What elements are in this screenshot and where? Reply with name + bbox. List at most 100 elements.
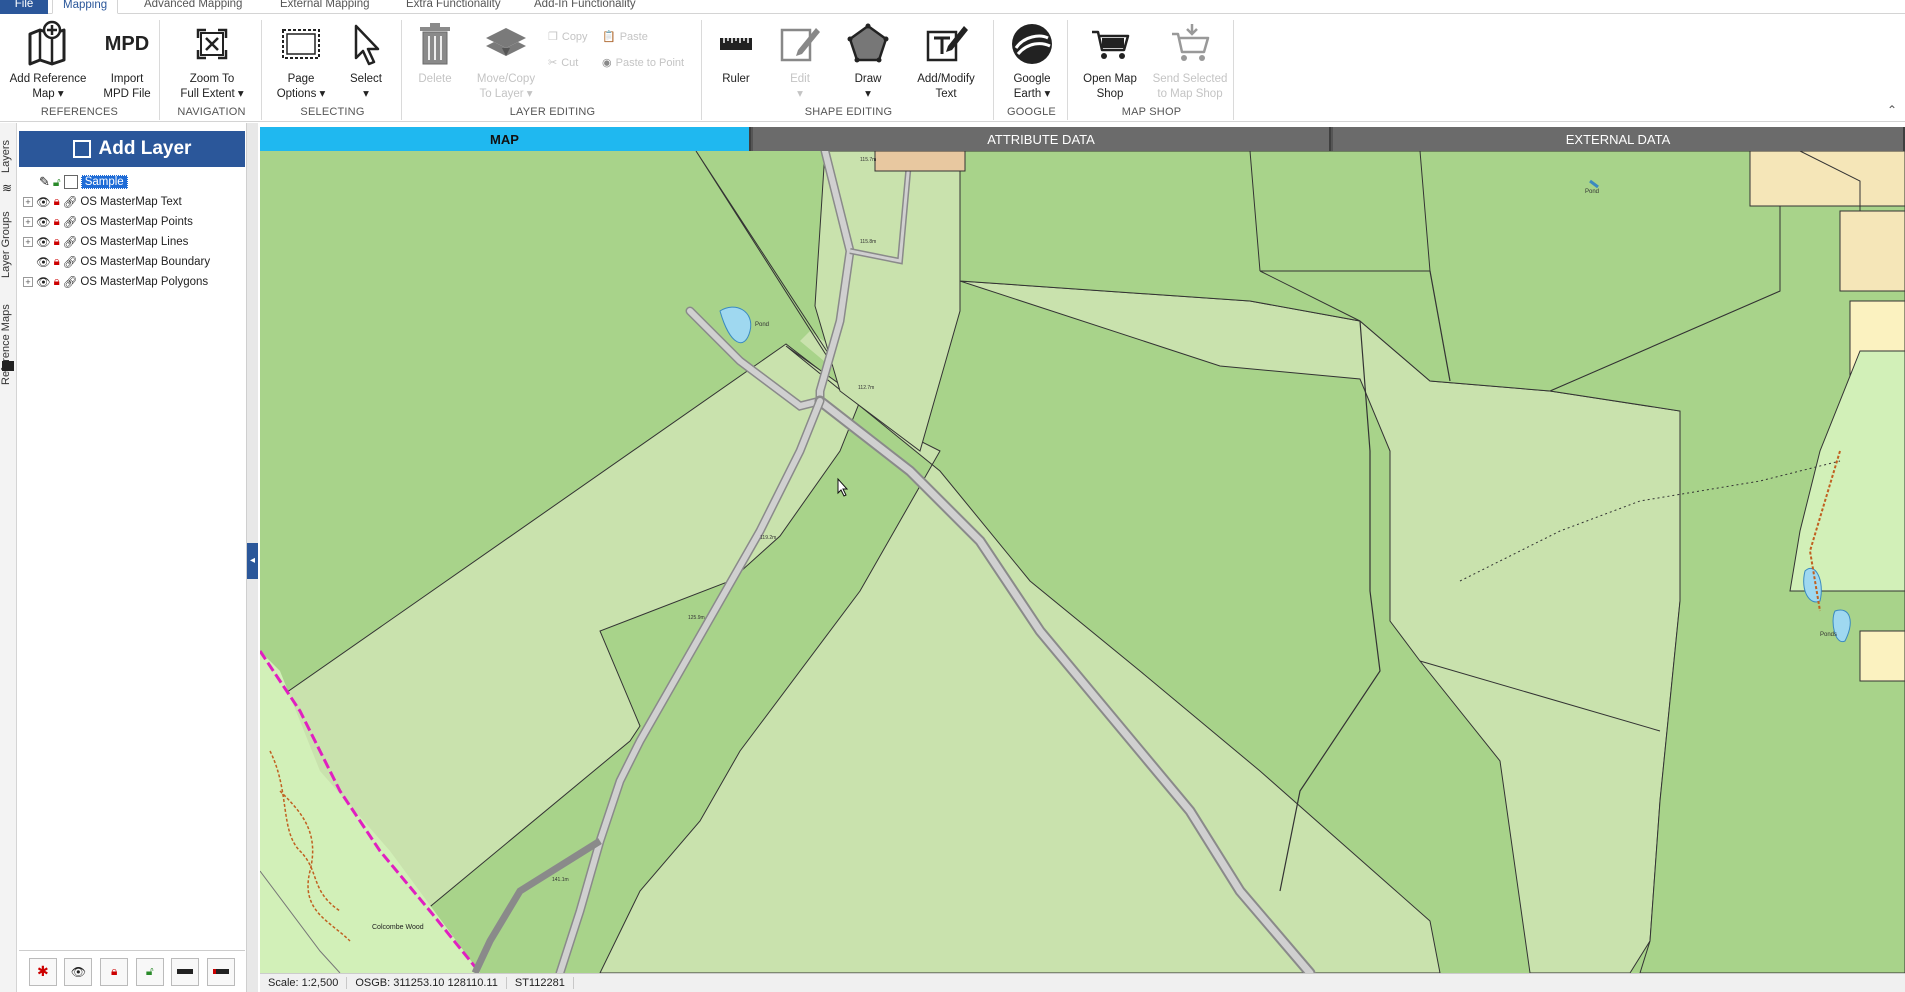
group-label-shape-editing: SHAPE EDITING [804,106,893,118]
map-canvas[interactable]: Pond Pond Ponds Colcombe Wood 115.7m 115… [260,151,1905,973]
expand-icon[interactable]: + [23,217,33,227]
draw-button[interactable]: Draw ▾ [840,20,896,102]
open-map-shop-label-1: Open Map [1083,73,1137,85]
unlocked-icon[interactable]: 🔓︎ [53,175,61,190]
status-grid-ref: ST112281 [507,977,574,989]
google-earth-button[interactable]: Google Earth ▾ [1000,20,1064,102]
draw-label: Draw [854,73,882,85]
toggle-visibility-button[interactable]: 👁︎ [64,957,93,986]
tab-file[interactable]: File [0,0,48,14]
import-mpd-button[interactable]: MPD Import MPD File [96,20,158,102]
add-reference-map-label-1: Add Reference [9,73,87,85]
tab-external-mapping[interactable]: External Mapping [270,0,380,14]
eye-icon[interactable]: 👁︎ [36,235,51,249]
lock-icon[interactable]: 🔒︎ [54,236,60,249]
link-icon[interactable]: 🔗︎ [63,255,78,269]
delete-button[interactable]: Delete [410,20,460,87]
layer-row[interactable]: 👁︎ 🔒︎ 🔗︎ OS MasterMap Boundary [23,253,210,271]
ribbon: Add Reference Map ▾ MPD Import MPD File … [0,14,1905,122]
group-shape-editing: Ruler Edit ▾ Draw ▾ Add/Modify Text SHAP… [704,20,994,120]
paste-to-point-button[interactable]: ◉ Paste to Point [602,56,684,70]
send-selected-label-1: Send Selected [1152,73,1228,85]
send-selected-to-map-shop-button[interactable]: Send Selected to Map Shop [1148,20,1232,102]
mpd-icon: MPD [104,33,150,55]
expand-icon[interactable]: + [23,277,33,287]
lock-icon[interactable]: 🔒︎ [54,256,60,269]
zoom-full-label-1: Zoom To [189,73,235,85]
edit-label: Edit [790,73,810,85]
tab-external-data[interactable]: EXTERNAL DATA [1333,127,1905,151]
label-spot-6: 141.1m [552,877,569,883]
label-spot-5: 125.9m [688,615,705,621]
panel-splitter[interactable]: ◂ [247,123,258,992]
expand-icon[interactable]: + [23,237,33,247]
page-options-button[interactable]: Page Options ▾ [270,20,332,102]
link-icon[interactable]: 🔗︎ [63,275,78,289]
link-icon[interactable]: 🔗︎ [63,235,78,249]
select-dropdown-arrow: ▾ [363,88,369,100]
select-button[interactable]: Select ▾ [336,20,396,102]
add-reference-map-button[interactable]: Add Reference Map ▾ [6,20,90,102]
add-layer-button[interactable]: Add Layer [19,131,245,167]
layer-color-swatch[interactable] [63,175,78,189]
layer-name-sample[interactable]: Sample [80,175,128,189]
unlock-all-button[interactable]: 🔓︎ [135,957,164,986]
add-modify-text-label-1: Add/Modify [917,73,975,85]
edit-button[interactable]: Edit ▾ [772,20,828,102]
zoom-full-extent-button[interactable]: Zoom To Full Extent ▾ [170,20,254,102]
open-map-shop-button[interactable]: Open Map Shop [1074,20,1146,102]
link-icon[interactable]: 🔗︎ [63,195,78,209]
paste-icon: 📋 [602,31,616,43]
eye-icon[interactable]: 👁︎ [36,215,51,229]
tab-advanced-mapping[interactable]: Advanced Mapping [134,0,252,14]
cart-add-icon [1172,24,1210,61]
lock-icon[interactable]: 🔒︎ [54,216,60,229]
tab-mapping[interactable]: Mapping [52,0,119,14]
delete-layer-button[interactable]: ✱ [28,957,57,986]
layer-tool-button[interactable] [207,957,236,986]
layer-row[interactable]: + 👁︎ 🔒︎ 🔗︎ OS MasterMap Points [23,213,193,231]
link-icon[interactable]: 🔗︎ [63,215,78,229]
pencil-icon[interactable]: ✎ [39,174,50,190]
ruler-button[interactable]: Ruler [708,20,764,87]
layer-row-sample[interactable]: ✎ 🔓︎ Sample [39,173,128,191]
tab-add-in-functionality[interactable]: Add-In Functionality [524,0,646,14]
page-options-icon [282,29,320,59]
google-earth-label-2: Earth ▾ [1013,88,1051,100]
send-selected-label-2: to Map Shop [1157,88,1223,100]
map-svg[interactable]: Pond Pond Ponds Colcombe Wood 115.7m 115… [260,151,1905,973]
move-copy-to-layer-button[interactable]: Move/Copy To Layer ▾ [464,20,548,102]
copy-button[interactable]: ❐ Copy [548,30,588,44]
lock-all-button[interactable]: 🔒︎ [100,957,129,986]
tab-attribute-data[interactable]: ATTRIBUTE DATA [753,127,1331,151]
layer-name: OS MasterMap Lines [80,236,189,248]
expand-icon[interactable]: + [23,197,33,207]
lock-icon[interactable]: 🔒︎ [54,196,60,209]
layer-row[interactable]: + 👁︎ 🔒︎ 🔗︎ OS MasterMap Text [23,193,182,211]
side-tab-layer-groups[interactable]: Layer Groups [0,199,17,291]
layer-name: OS MasterMap Polygons [80,276,209,288]
cut-button[interactable]: ✂ Cut [548,56,578,70]
layer-tool-button[interactable] [171,957,200,986]
tab-extra-functionality[interactable]: Extra Functionality [396,0,511,14]
layer-row[interactable]: + 👁︎ 🔒︎ 🔗︎ OS MasterMap Polygons [23,273,208,291]
layer-row[interactable]: + 👁︎ 🔒︎ 🔗︎ OS MasterMap Lines [23,233,188,251]
edit-dropdown-arrow: ▾ [797,88,803,100]
lock-icon[interactable]: 🔒︎ [54,276,60,289]
layers-stack-icon [486,28,526,56]
pentagon-icon [847,23,889,63]
collapse-ribbon-icon[interactable]: ⌃ [1887,103,1897,117]
add-modify-text-button[interactable]: Add/Modify Text [904,20,988,102]
eye-icon[interactable]: 👁︎ [36,275,51,289]
ruler-icon [720,38,752,50]
side-tab-layers[interactable]: Layers [0,131,17,181]
paste-button[interactable]: 📋 Paste [602,30,648,44]
tab-map[interactable]: MAP [260,127,751,151]
eye-icon[interactable]: 👁︎ [36,255,51,269]
eye-icon[interactable]: 👁︎ [36,195,51,209]
paste-label: Paste [619,30,648,43]
layer-name: OS MasterMap Text [80,196,182,208]
collapse-panel-icon[interactable]: ◂ [247,543,258,579]
bar-icon [177,969,194,974]
side-tab-reference-maps[interactable]: Reference Maps [0,299,17,391]
